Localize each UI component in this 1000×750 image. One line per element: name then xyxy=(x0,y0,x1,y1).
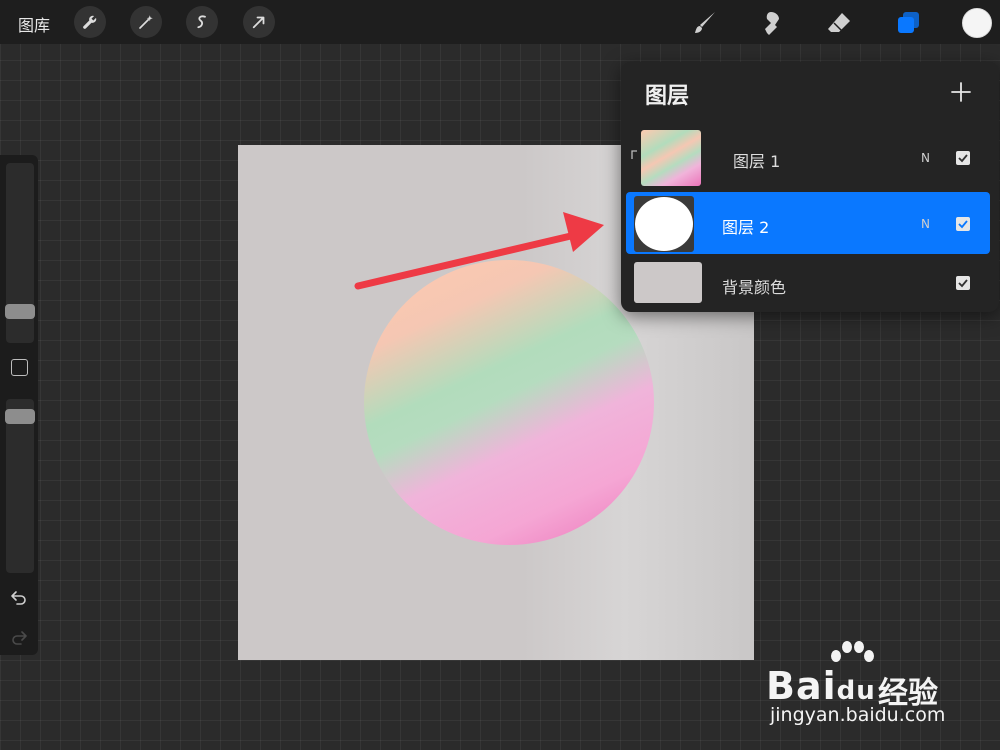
baidu-jingyan-watermark: Baidu 经验 jingyan.baidu.com xyxy=(766,640,996,740)
modify-button[interactable] xyxy=(11,359,28,376)
smudge-button[interactable] xyxy=(756,8,786,38)
brush-icon xyxy=(695,12,715,33)
check-icon xyxy=(958,279,968,288)
layer-name: 图层 1 xyxy=(733,152,781,171)
transform-button[interactable] xyxy=(243,6,275,38)
top-toolbar: 图库 xyxy=(0,0,1000,44)
watermark-brand-text: Baidu xyxy=(766,664,876,708)
check-icon xyxy=(958,154,968,163)
layers-icon xyxy=(898,12,919,33)
layer-name: 背景颜色 xyxy=(722,278,787,297)
layer-row-2[interactable]: 图层 2 N xyxy=(626,192,990,254)
wrench-icon xyxy=(83,15,97,29)
layer-visibility-checkbox[interactable] xyxy=(956,217,970,231)
layer-visibility-checkbox[interactable] xyxy=(956,151,970,165)
adjustments-button[interactable] xyxy=(130,6,162,38)
selection-button[interactable] xyxy=(186,6,218,38)
smudge-icon xyxy=(765,12,779,35)
add-layer-icon[interactable] xyxy=(949,80,973,104)
brush-size-slider-thumb[interactable] xyxy=(5,304,35,319)
layers-panel-title: 图层 xyxy=(645,84,690,109)
blend-mode-label[interactable]: N xyxy=(921,151,930,165)
layer-thumbnail-circle xyxy=(635,197,693,251)
selection-icon xyxy=(197,15,206,29)
opacity-slider-thumb[interactable] xyxy=(5,409,35,424)
background-color-swatch xyxy=(634,262,702,303)
opacity-slider[interactable] xyxy=(6,399,34,573)
layer-row-1[interactable]: 图层 1 N xyxy=(626,126,990,188)
actions-wrench-button[interactable] xyxy=(74,6,106,38)
layers-panel: 图层 图层 1 N 图层 2 N 背景颜色 xyxy=(621,62,999,312)
layer-row-background-color[interactable]: 背景颜色 xyxy=(626,255,990,305)
layer-name: 图层 2 xyxy=(722,218,770,237)
eraser-icon xyxy=(828,13,850,32)
undo-icon[interactable] xyxy=(9,588,29,608)
color-picker-swatch[interactable] xyxy=(962,8,992,38)
layer-thumbnail xyxy=(641,130,701,186)
check-icon xyxy=(958,220,968,229)
layers-button[interactable] xyxy=(893,8,923,38)
layer-thumbnail xyxy=(634,196,694,252)
brush-button[interactable] xyxy=(690,8,720,38)
transform-arrow-icon xyxy=(252,16,265,29)
magic-wand-icon xyxy=(139,15,153,29)
blend-mode-label[interactable]: N xyxy=(921,217,930,231)
gradient-sphere-artwork xyxy=(364,260,654,545)
clipping-mask-icon xyxy=(631,150,637,159)
eraser-button[interactable] xyxy=(824,8,854,38)
gallery-button[interactable]: 图库 xyxy=(18,12,50,36)
left-sidebar xyxy=(0,155,38,655)
redo-icon[interactable] xyxy=(9,628,29,648)
watermark-url: jingyan.baidu.com xyxy=(770,704,946,726)
layer-visibility-checkbox[interactable] xyxy=(956,276,970,290)
